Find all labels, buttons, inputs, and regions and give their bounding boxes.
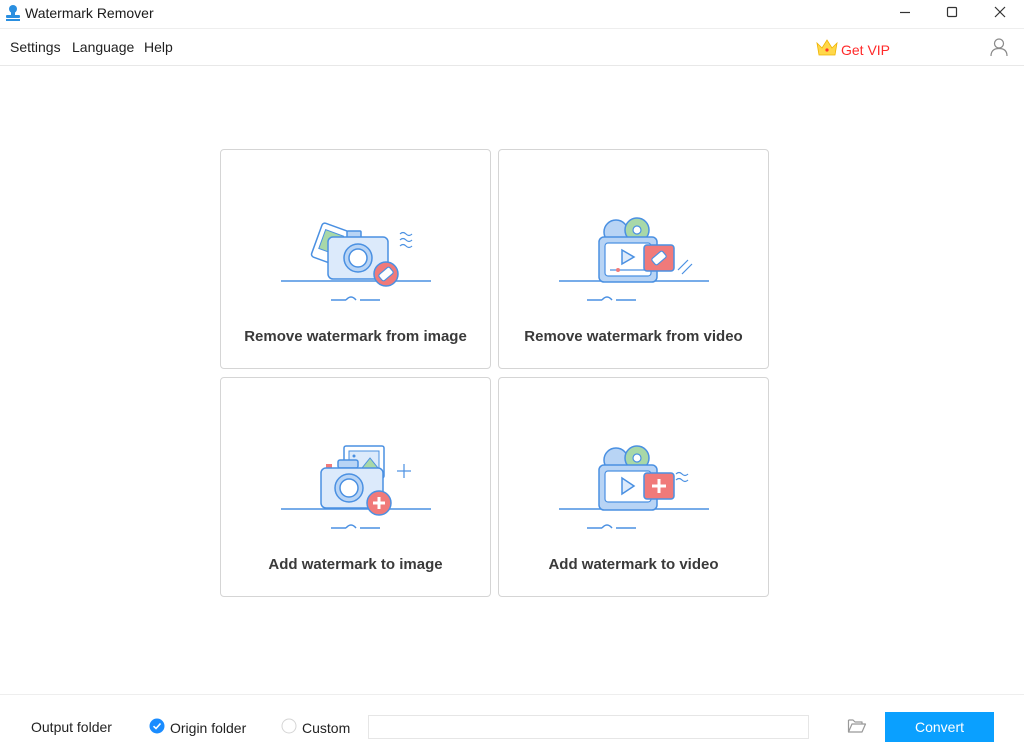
custom-label: Custom: [302, 719, 351, 736]
get-vip-button[interactable]: Get VIP: [816, 38, 890, 61]
close-icon: [994, 5, 1006, 23]
user-icon[interactable]: [989, 37, 1009, 62]
video-eraser-icon: [559, 217, 709, 301]
card-label: Add watermark to video: [548, 556, 719, 573]
video-plus-icon: [559, 445, 709, 529]
get-vip-label: Get VIP: [841, 41, 891, 58]
card-add-watermark-video[interactable]: Add watermark to video: [498, 377, 769, 597]
card-label: Add watermark to image: [268, 556, 443, 573]
maximize-icon: [946, 5, 958, 23]
minimize-button[interactable]: [882, 0, 928, 28]
stamp-icon: [5, 4, 21, 22]
output-footer: Output folder Origin folder Custom Conve…: [0, 694, 1024, 756]
menu-bar: Settings Language Help Get VIP: [0, 28, 1024, 66]
custom-radio[interactable]: Custom: [281, 718, 350, 737]
maximize-button[interactable]: [929, 0, 975, 28]
camera-plus-icon: [281, 445, 431, 529]
close-button[interactable]: [977, 0, 1023, 28]
convert-button[interactable]: Convert: [885, 712, 994, 742]
card-label: Remove watermark from video: [524, 328, 743, 345]
folder-open-icon[interactable]: [847, 717, 867, 740]
radio-unchecked-icon: [281, 718, 297, 737]
origin-folder-radio[interactable]: Origin folder: [149, 718, 246, 737]
origin-folder-label: Origin folder: [170, 719, 247, 736]
radio-checked-icon: [149, 718, 165, 737]
card-remove-watermark-video[interactable]: Remove watermark from video: [498, 149, 769, 369]
title-bar: Watermark Remover: [0, 0, 1024, 28]
menu-help[interactable]: Help: [144, 39, 173, 55]
menu-settings[interactable]: Settings: [10, 39, 61, 55]
menu-language[interactable]: Language: [72, 39, 134, 55]
custom-path-input[interactable]: [368, 715, 809, 739]
card-add-watermark-image[interactable]: Add watermark to image: [220, 377, 491, 597]
camera-eraser-icon: [281, 222, 431, 301]
output-folder-label: Output folder: [31, 719, 112, 735]
window-title: Watermark Remover: [25, 5, 154, 21]
crown-icon: [816, 38, 838, 61]
card-remove-watermark-image[interactable]: Remove watermark from image: [220, 149, 491, 369]
minimize-icon: [899, 5, 911, 23]
card-label: Remove watermark from image: [244, 328, 467, 345]
